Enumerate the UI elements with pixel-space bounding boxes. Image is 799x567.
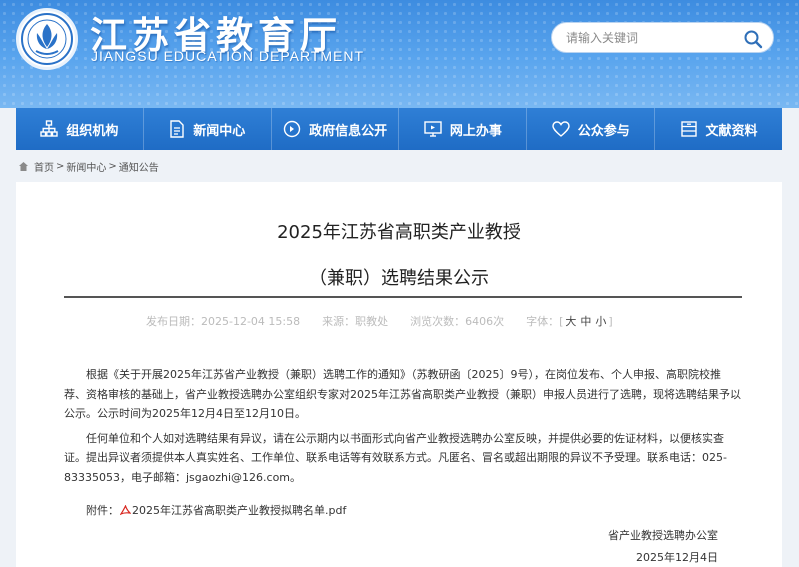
search-icon[interactable] [743, 29, 763, 49]
article-paragraph: 根据《关于开展2025年江苏省产业教授（兼职）选聘工作的通知》（苏教研函〔202… [64, 368, 741, 420]
monitor-icon [424, 121, 442, 137]
breadcrumb-current[interactable]: 通知公告 [119, 159, 159, 174]
search-box [551, 22, 774, 53]
document-icon [170, 120, 184, 138]
article-paragraph: 任何单位和个人如对选聘结果有异议，请在公示期内以书面形式向省产业教授选聘办公室反… [64, 431, 727, 484]
nav-item-public-participation[interactable]: 公众参与 [527, 108, 656, 150]
article-meta: 发布日期：2025-12-04 15:58 来源：职教处 浏览次数：6406次 … [146, 313, 613, 329]
nav-label: 组织机构 [66, 123, 119, 139]
article-title-line1: 2025年江苏省高职类产业教授 [277, 222, 521, 243]
site-subtitle: JIANGSU EDUCATION DEPARTMENT [91, 48, 365, 64]
attachment-label: 附件： [86, 504, 119, 517]
attachment-link[interactable]: 2025年江苏省高职类产业教授拟聘名单.pdf [132, 502, 346, 518]
article-title-line2: （兼职）选聘结果公示 [309, 268, 489, 289]
pdf-icon [120, 504, 131, 515]
nav-label: 政府信息公开 [309, 123, 388, 139]
font-large-button[interactable]: 大 [565, 315, 576, 328]
info-circle-icon [283, 120, 301, 138]
article-body: 根据《关于开展2025年江苏省产业教授（兼职）选聘工作的通知》（苏教研函〔202… [64, 365, 742, 487]
nav-label: 新闻中心 [193, 123, 246, 139]
font-size-control: 字体：[大中小] [526, 315, 613, 328]
nav-label: 公众参与 [577, 123, 630, 139]
font-medium-button[interactable]: 中 [580, 315, 591, 328]
signature-org: 省产业教授选聘办公室 [608, 529, 718, 542]
nav-item-news[interactable]: 新闻中心 [144, 108, 272, 150]
attachment-row: 附件： 2025年江苏省高职类产业教授拟聘名单.pdf [86, 502, 346, 518]
view-count: 浏览次数：6406次 [410, 315, 505, 328]
article-source: 来源：职教处 [322, 315, 389, 328]
site-header: 江苏省教育厅 JIANGSU EDUCATION DEPARTMENT [0, 0, 799, 108]
nav-item-org[interactable]: 组织机构 [16, 108, 144, 150]
title-divider [64, 296, 742, 298]
org-chart-icon [40, 120, 59, 137]
font-small-button[interactable]: 小 [595, 315, 606, 328]
nav-label: 文献资料 [705, 123, 758, 139]
breadcrumb-news[interactable]: 新闻中心 [66, 159, 106, 174]
breadcrumb-separator: > [56, 160, 65, 172]
breadcrumb-separator: > [108, 160, 117, 172]
publish-date: 发布日期：2025-12-04 15:58 [146, 315, 301, 328]
breadcrumb-home[interactable]: 首页 [34, 159, 54, 174]
search-input[interactable] [566, 29, 736, 47]
article-card: 2025年江苏省高职类产业教授 （兼职）选聘结果公示 发布日期：2025-12-… [16, 182, 782, 567]
signature-date: 2025年12月4日 [636, 551, 718, 564]
nav-item-documents[interactable]: 文献资料 [655, 108, 782, 150]
nav-label: 网上办事 [449, 123, 502, 139]
main-nav: 组织机构 新闻中心 政府信息公开 网上办事 公众参与 文献资料 [16, 108, 782, 150]
home-icon [19, 161, 28, 171]
heart-icon [552, 121, 570, 137]
breadcrumb: 首页 > 新闻中心 > 通知公告 [18, 158, 159, 174]
site-logo[interactable] [16, 8, 78, 70]
emblem-icon [21, 13, 73, 65]
nav-item-online-service[interactable]: 网上办事 [399, 108, 528, 150]
nav-item-gov-info[interactable]: 政府信息公开 [272, 108, 400, 150]
archive-icon [680, 121, 697, 137]
